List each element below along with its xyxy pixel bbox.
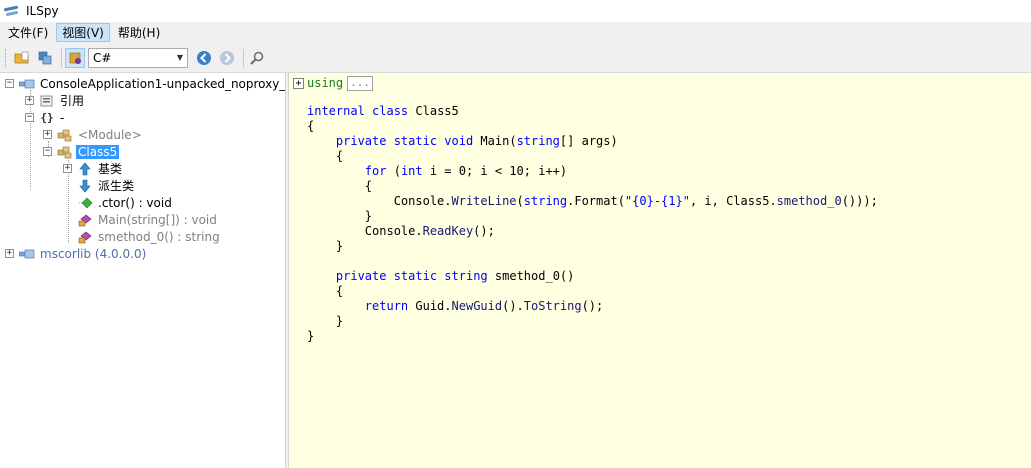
collapsed-region-marker[interactable]: ...: [347, 75, 373, 91]
toolbar-grip[interactable]: [5, 48, 8, 67]
using-keyword: using: [307, 76, 344, 90]
assembly-icon: [19, 246, 35, 262]
code-line-for: for (int i = 0; i < 10; i++): [364, 164, 568, 178]
code-line: }: [307, 314, 344, 328]
search-button[interactable]: [247, 48, 267, 68]
code-line-return: return Guid.NewGuid().ToString();: [364, 299, 604, 313]
mscorlib-label: mscorlib (4.0.0.0): [40, 246, 147, 261]
forward-arrow-icon: [220, 50, 234, 65]
tree-node-class5[interactable]: − Class5: [43, 143, 120, 160]
language-dropdown[interactable]: C# ▼: [88, 47, 188, 68]
using-fold-region[interactable]: + using ...: [293, 75, 373, 91]
main-method-label: Main(string[]) : void: [98, 212, 217, 227]
code-line: {: [307, 119, 315, 133]
tree-node-references[interactable]: + 引用: [25, 92, 86, 109]
chevron-down-icon: ▼: [176, 53, 183, 62]
code-line-readkey: Console.ReadKey();: [364, 224, 495, 238]
tree-node-smethod[interactable]: smethod_0() : string: [63, 228, 222, 245]
search-icon: [250, 51, 264, 65]
assembly-icon: [19, 76, 35, 92]
code-line: {: [307, 149, 344, 163]
back-arrow-icon: [197, 50, 211, 65]
code-line: {: [307, 179, 373, 193]
base-types-icon: [77, 161, 93, 177]
window-title: ILSpy: [26, 4, 59, 18]
expand-icon[interactable]: +: [43, 130, 52, 139]
class-icon: [57, 144, 73, 160]
menu-view[interactable]: 视图(V): [56, 23, 110, 42]
derived-types-icon: [77, 178, 93, 194]
expand-icon[interactable]: +: [63, 164, 72, 173]
api-visibility-icon: [69, 52, 81, 64]
assembly-label: ConsoleApplication1-unpacked_noproxy_: [40, 76, 285, 91]
open-file-button[interactable]: [12, 48, 32, 68]
references-folder-icon: [39, 93, 55, 109]
base-types-label: 基类: [98, 162, 123, 176]
collapse-icon[interactable]: −: [25, 113, 34, 122]
collapse-icon[interactable]: −: [5, 79, 14, 88]
method-private-static-icon: [77, 212, 93, 228]
language-value: C#: [93, 50, 112, 65]
method-private-static-icon: [77, 229, 93, 245]
smethod-label: smethod_0() : string: [98, 229, 220, 244]
derived-types-label: 派生类: [98, 179, 135, 193]
tree-node-derived-types[interactable]: 派生类: [63, 177, 136, 194]
tree-node-assembly[interactable]: − ConsoleApplication1-unpacked_noproxy_: [5, 75, 285, 92]
code-line: }: [307, 209, 373, 223]
menu-bar: 文件(F) 视图(V) 帮助(H): [0, 22, 1031, 43]
ctor-label: .ctor() : void: [98, 195, 172, 210]
code-line: }: [307, 239, 344, 253]
toolbar-separator: [61, 48, 62, 67]
show-internal-button[interactable]: [65, 47, 85, 68]
expand-icon[interactable]: +: [293, 77, 304, 89]
decompiled-code-view[interactable]: + using ... internal class Class5 { priv…: [289, 73, 1031, 468]
references-label: 引用: [60, 94, 85, 108]
code-line-writeline: Console.WriteLine(string.Format("{0}-{1}…: [393, 194, 878, 208]
code-line-class-decl: internal class Class5: [307, 104, 459, 118]
tree-node-main[interactable]: Main(string[]) : void: [63, 211, 219, 228]
tree-node-ctor[interactable]: .ctor() : void: [63, 194, 174, 211]
forward-button[interactable]: [217, 48, 237, 68]
code-line-smethod-decl: private static string smethod_0(): [335, 269, 575, 283]
module-label: <Module>: [78, 127, 142, 142]
code-line: }: [307, 329, 315, 343]
ilspy-app-icon: [3, 5, 20, 17]
tree-node-base-types[interactable]: + 基类: [63, 160, 124, 177]
title-bar: ILSpy: [0, 0, 1031, 22]
namespace-icon: {}: [40, 111, 54, 124]
method-public-icon: [77, 195, 93, 211]
menu-file[interactable]: 文件(F): [2, 23, 54, 42]
code-line-main-decl: private static void Main(string[] args): [335, 134, 618, 148]
tree-node-mscorlib[interactable]: + mscorlib (4.0.0.0): [5, 245, 148, 262]
toolbar: C# ▼: [0, 43, 1031, 73]
expand-icon[interactable]: +: [25, 96, 34, 105]
back-button[interactable]: [194, 48, 214, 68]
namespace-label: -: [60, 110, 65, 125]
assembly-tree[interactable]: − ConsoleApplication1-unpacked_noproxy_ …: [0, 73, 285, 468]
menu-help[interactable]: 帮助(H): [112, 23, 166, 42]
open-folder-icon: [14, 51, 29, 63]
code-line: {: [307, 284, 344, 298]
class-icon: [57, 127, 73, 143]
class5-label: Class5: [76, 144, 120, 159]
refresh-icon: [38, 51, 52, 64]
collapse-icon[interactable]: −: [43, 147, 52, 156]
tree-node-namespace[interactable]: − {} -: [25, 109, 66, 126]
expand-icon[interactable]: +: [5, 249, 14, 258]
reload-button[interactable]: [35, 48, 55, 68]
toolbar-separator: [243, 48, 244, 67]
tree-node-module[interactable]: + <Module>: [43, 126, 144, 143]
